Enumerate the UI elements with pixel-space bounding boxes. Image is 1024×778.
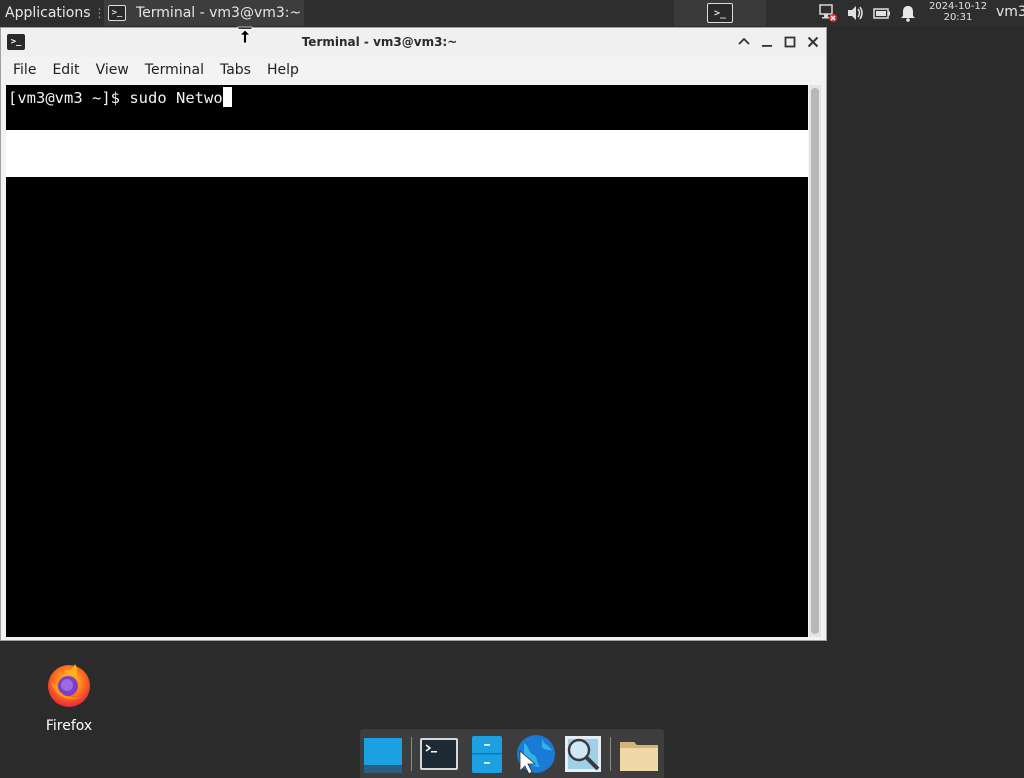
terminal-window: >_ Terminal - vm3@vm3:~ File Edit View T… (0, 27, 827, 641)
terminal-icon: >_ (108, 5, 126, 21)
dock-terminal[interactable] (418, 733, 460, 775)
completion-popup (6, 130, 808, 177)
dock-show-desktop[interactable] (362, 733, 404, 775)
battery-icon[interactable] (872, 3, 892, 23)
menu-bar: File Edit View Terminal Tabs Help (1, 57, 826, 83)
minimize-icon (762, 45, 772, 47)
dock-separator (411, 737, 412, 771)
shade-button[interactable] (736, 34, 752, 50)
window-titlebar[interactable]: >_ Terminal - vm3@vm3:~ (1, 28, 826, 57)
menu-help[interactable]: Help (259, 62, 307, 78)
folder-icon (620, 742, 658, 771)
dock-web-browser[interactable] (514, 733, 556, 775)
volume-icon[interactable] (846, 3, 866, 23)
dock (360, 729, 664, 778)
network-disconnected-icon[interactable] (818, 3, 838, 23)
close-button[interactable] (805, 34, 821, 50)
menu-edit[interactable]: Edit (44, 62, 87, 78)
top-panel: Applications ⋮ >_ Terminal - vm3@vm3:~ >… (0, 0, 1024, 26)
menu-view[interactable]: View (88, 62, 137, 78)
applications-label: Applications (5, 5, 91, 21)
menu-tabs[interactable]: Tabs (212, 62, 259, 78)
taskbar-terminal-button[interactable]: >_ Terminal - vm3@vm3:~ (104, 0, 304, 26)
show-desktop-icon (364, 738, 402, 773)
maximize-button[interactable] (782, 34, 798, 50)
shell-prompt: [vm3@vm3 ~]$ (8, 89, 130, 107)
clock[interactable]: 2024-10-12 20:31 (924, 1, 992, 23)
mouse-pointer-icon (237, 26, 253, 44)
dock-separator (610, 737, 611, 771)
menu-file[interactable]: File (5, 62, 44, 78)
dock-file-manager[interactable] (466, 733, 508, 775)
web-browser-icon (517, 735, 555, 775)
typed-command: sudo Netwo (129, 89, 223, 107)
chevron-up-icon (738, 37, 750, 45)
notification-bell-icon[interactable] (898, 3, 918, 23)
text-cursor (222, 87, 232, 107)
clock-date: 2024-10-12 (928, 1, 988, 12)
desktop-icon-label: Firefox (45, 718, 93, 734)
dock-app-finder[interactable] (562, 733, 604, 775)
dock-folder[interactable] (618, 733, 660, 775)
terminal-output[interactable]: [vm3@vm3 ~]$ sudo Netwo (6, 85, 808, 637)
close-icon (807, 36, 819, 48)
taskbar-window-label: Terminal - vm3@vm3:~ (136, 5, 302, 21)
file-manager-icon (472, 736, 502, 773)
menu-terminal[interactable]: Terminal (137, 62, 212, 78)
maximize-icon (784, 36, 796, 48)
minimize-button[interactable] (759, 34, 775, 50)
window-title: Terminal - vm3@vm3:~ (301, 35, 458, 49)
command-line: [vm3@vm3 ~]$ sudo Netwo (8, 87, 232, 109)
terminal-scrollbar[interactable] (809, 85, 821, 637)
scrollbar-thumb[interactable] (811, 88, 819, 634)
app-finder-icon (565, 736, 601, 772)
terminal-icon (420, 738, 458, 770)
desktop-icon-firefox[interactable]: Firefox (30, 660, 108, 734)
firefox-icon (48, 664, 90, 707)
applications-menu-button[interactable]: Applications ⋮ (0, 0, 106, 26)
user-menu[interactable]: vm3 (996, 4, 1024, 20)
workspace-terminal-icon: >_ (707, 3, 733, 23)
workspace-switcher[interactable]: >_ (674, 0, 766, 26)
clock-time: 20:31 (943, 12, 973, 23)
